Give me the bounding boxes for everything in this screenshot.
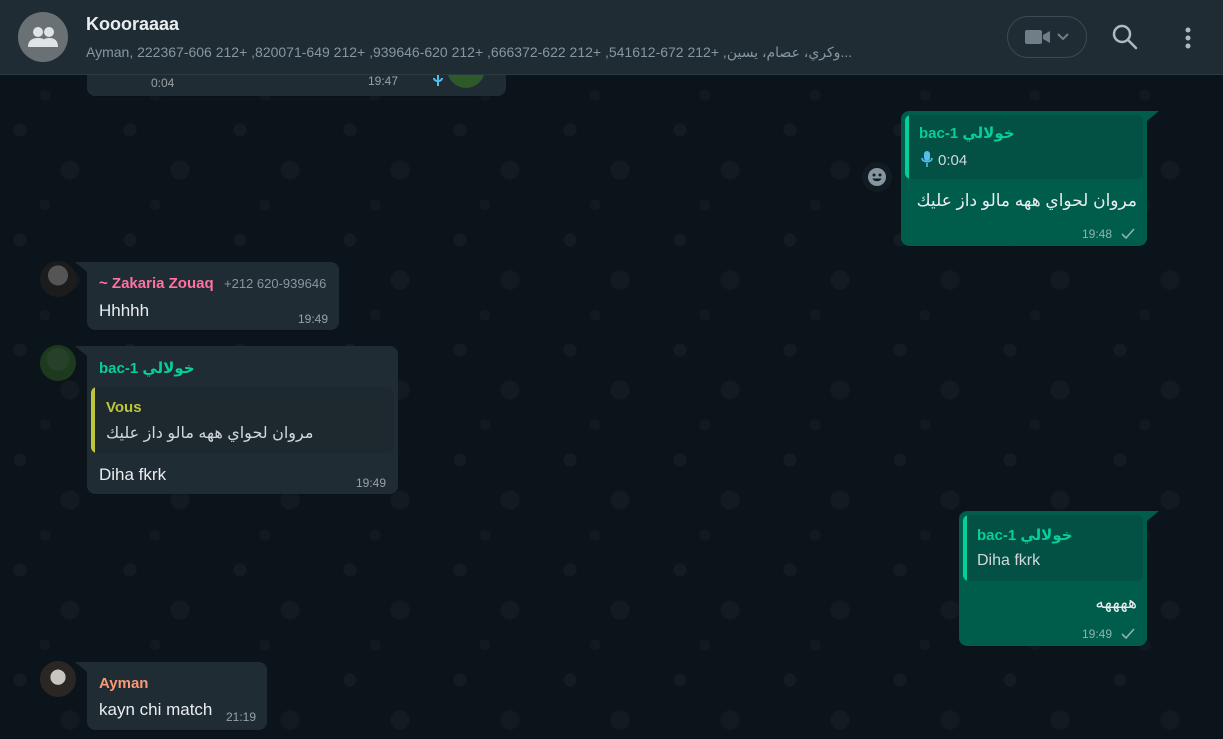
message-text: Hhhhh <box>99 301 150 320</box>
message-outgoing[interactable]: bac-1 خولالي 0:04 مروان لحواي ههه مالو د… <box>901 111 1159 246</box>
message-text: kayn chi match <box>99 700 213 719</box>
menu-icon <box>1185 27 1191 49</box>
voice-duration: 0:04 <box>151 76 175 90</box>
chat-members[interactable]: Ayman, 222367-606 212+ ,820071-649 212+ … <box>86 44 976 61</box>
group-avatar-icon <box>28 27 58 47</box>
quote-bar <box>91 387 95 453</box>
message-time: 19:49 <box>356 476 387 490</box>
bubble-tail <box>75 262 87 272</box>
quote-bar <box>905 115 909 179</box>
message-time: 19:49 <box>1082 627 1113 641</box>
video-call-icon <box>1025 30 1050 44</box>
chat-header[interactable]: Koooraaaa Ayman, 222367-606 212+ ,820071… <box>0 0 1223 75</box>
video-call-button[interactable] <box>1007 16 1087 58</box>
check-icon <box>1121 228 1135 239</box>
menu-button[interactable] <box>1175 22 1201 54</box>
quoted-message[interactable]: bac-1 خولالي 0:04 <box>905 115 1143 179</box>
message-text: Diha fkrk <box>99 465 167 484</box>
avatar[interactable] <box>40 261 76 297</box>
quoted-message[interactable]: Vous مروان لحواي ههه مالو داز عليك <box>91 387 394 453</box>
quote-sender: bac-1 خولالي <box>919 125 1015 142</box>
bubble-tail <box>75 346 87 356</box>
quote-voice-duration: 0:04 <box>938 152 968 169</box>
quote-text: مروان لحواي ههه مالو داز عليك <box>106 425 314 442</box>
quote-bar <box>963 515 967 581</box>
message-sender[interactable]: ~ Zakaria Zouaq <box>99 275 214 292</box>
message-time: 19:47 <box>368 74 399 88</box>
message-sender[interactable]: Ayman <box>99 675 148 692</box>
message-incoming[interactable]: ~ Zakaria Zouaq +212 620-939646 Hhhhh 19… <box>75 262 339 330</box>
check-icon <box>1121 628 1135 639</box>
message-time: 21:19 <box>226 710 257 724</box>
message-sender[interactable]: bac-1 خولالي <box>99 359 195 377</box>
message-time: 19:48 <box>1082 227 1113 241</box>
chat-title[interactable]: Koooraaaa <box>86 14 179 35</box>
message-incoming[interactable]: Ayman kayn chi match 21:19 <box>75 662 267 730</box>
quoted-message[interactable]: bac-1 خولالي Diha fkrk <box>963 515 1143 581</box>
message-text: ههههه <box>1095 593 1137 612</box>
message-text: مروان لحواي ههه مالو داز عليك <box>916 191 1137 210</box>
sender-phone: +212 620-939646 <box>224 276 327 291</box>
search-button[interactable] <box>1110 22 1142 54</box>
avatar[interactable] <box>40 345 76 381</box>
message-time: 19:49 <box>298 312 329 326</box>
message-incoming[interactable]: bac-1 خولالي Vous مروان لحواي ههه مالو د… <box>75 346 398 494</box>
mic-icon <box>921 151 933 167</box>
quote-sender: Vous <box>106 399 142 416</box>
avatar[interactable] <box>40 661 76 697</box>
bubble-tail <box>75 662 87 672</box>
smiley-icon <box>868 168 886 186</box>
message-outgoing[interactable]: bac-1 خولالي Diha fkrk ههههه 19:49 <box>959 511 1159 646</box>
bubble-tail <box>1147 111 1159 121</box>
bubble-tail <box>1147 511 1159 521</box>
react-emoji-button[interactable] <box>862 162 892 192</box>
chevron-down-icon <box>1057 33 1069 41</box>
quote-text: Diha fkrk <box>977 552 1041 569</box>
group-avatar[interactable] <box>18 12 68 62</box>
quote-sender: bac-1 خولالي <box>977 527 1073 544</box>
search-icon <box>1112 24 1138 50</box>
